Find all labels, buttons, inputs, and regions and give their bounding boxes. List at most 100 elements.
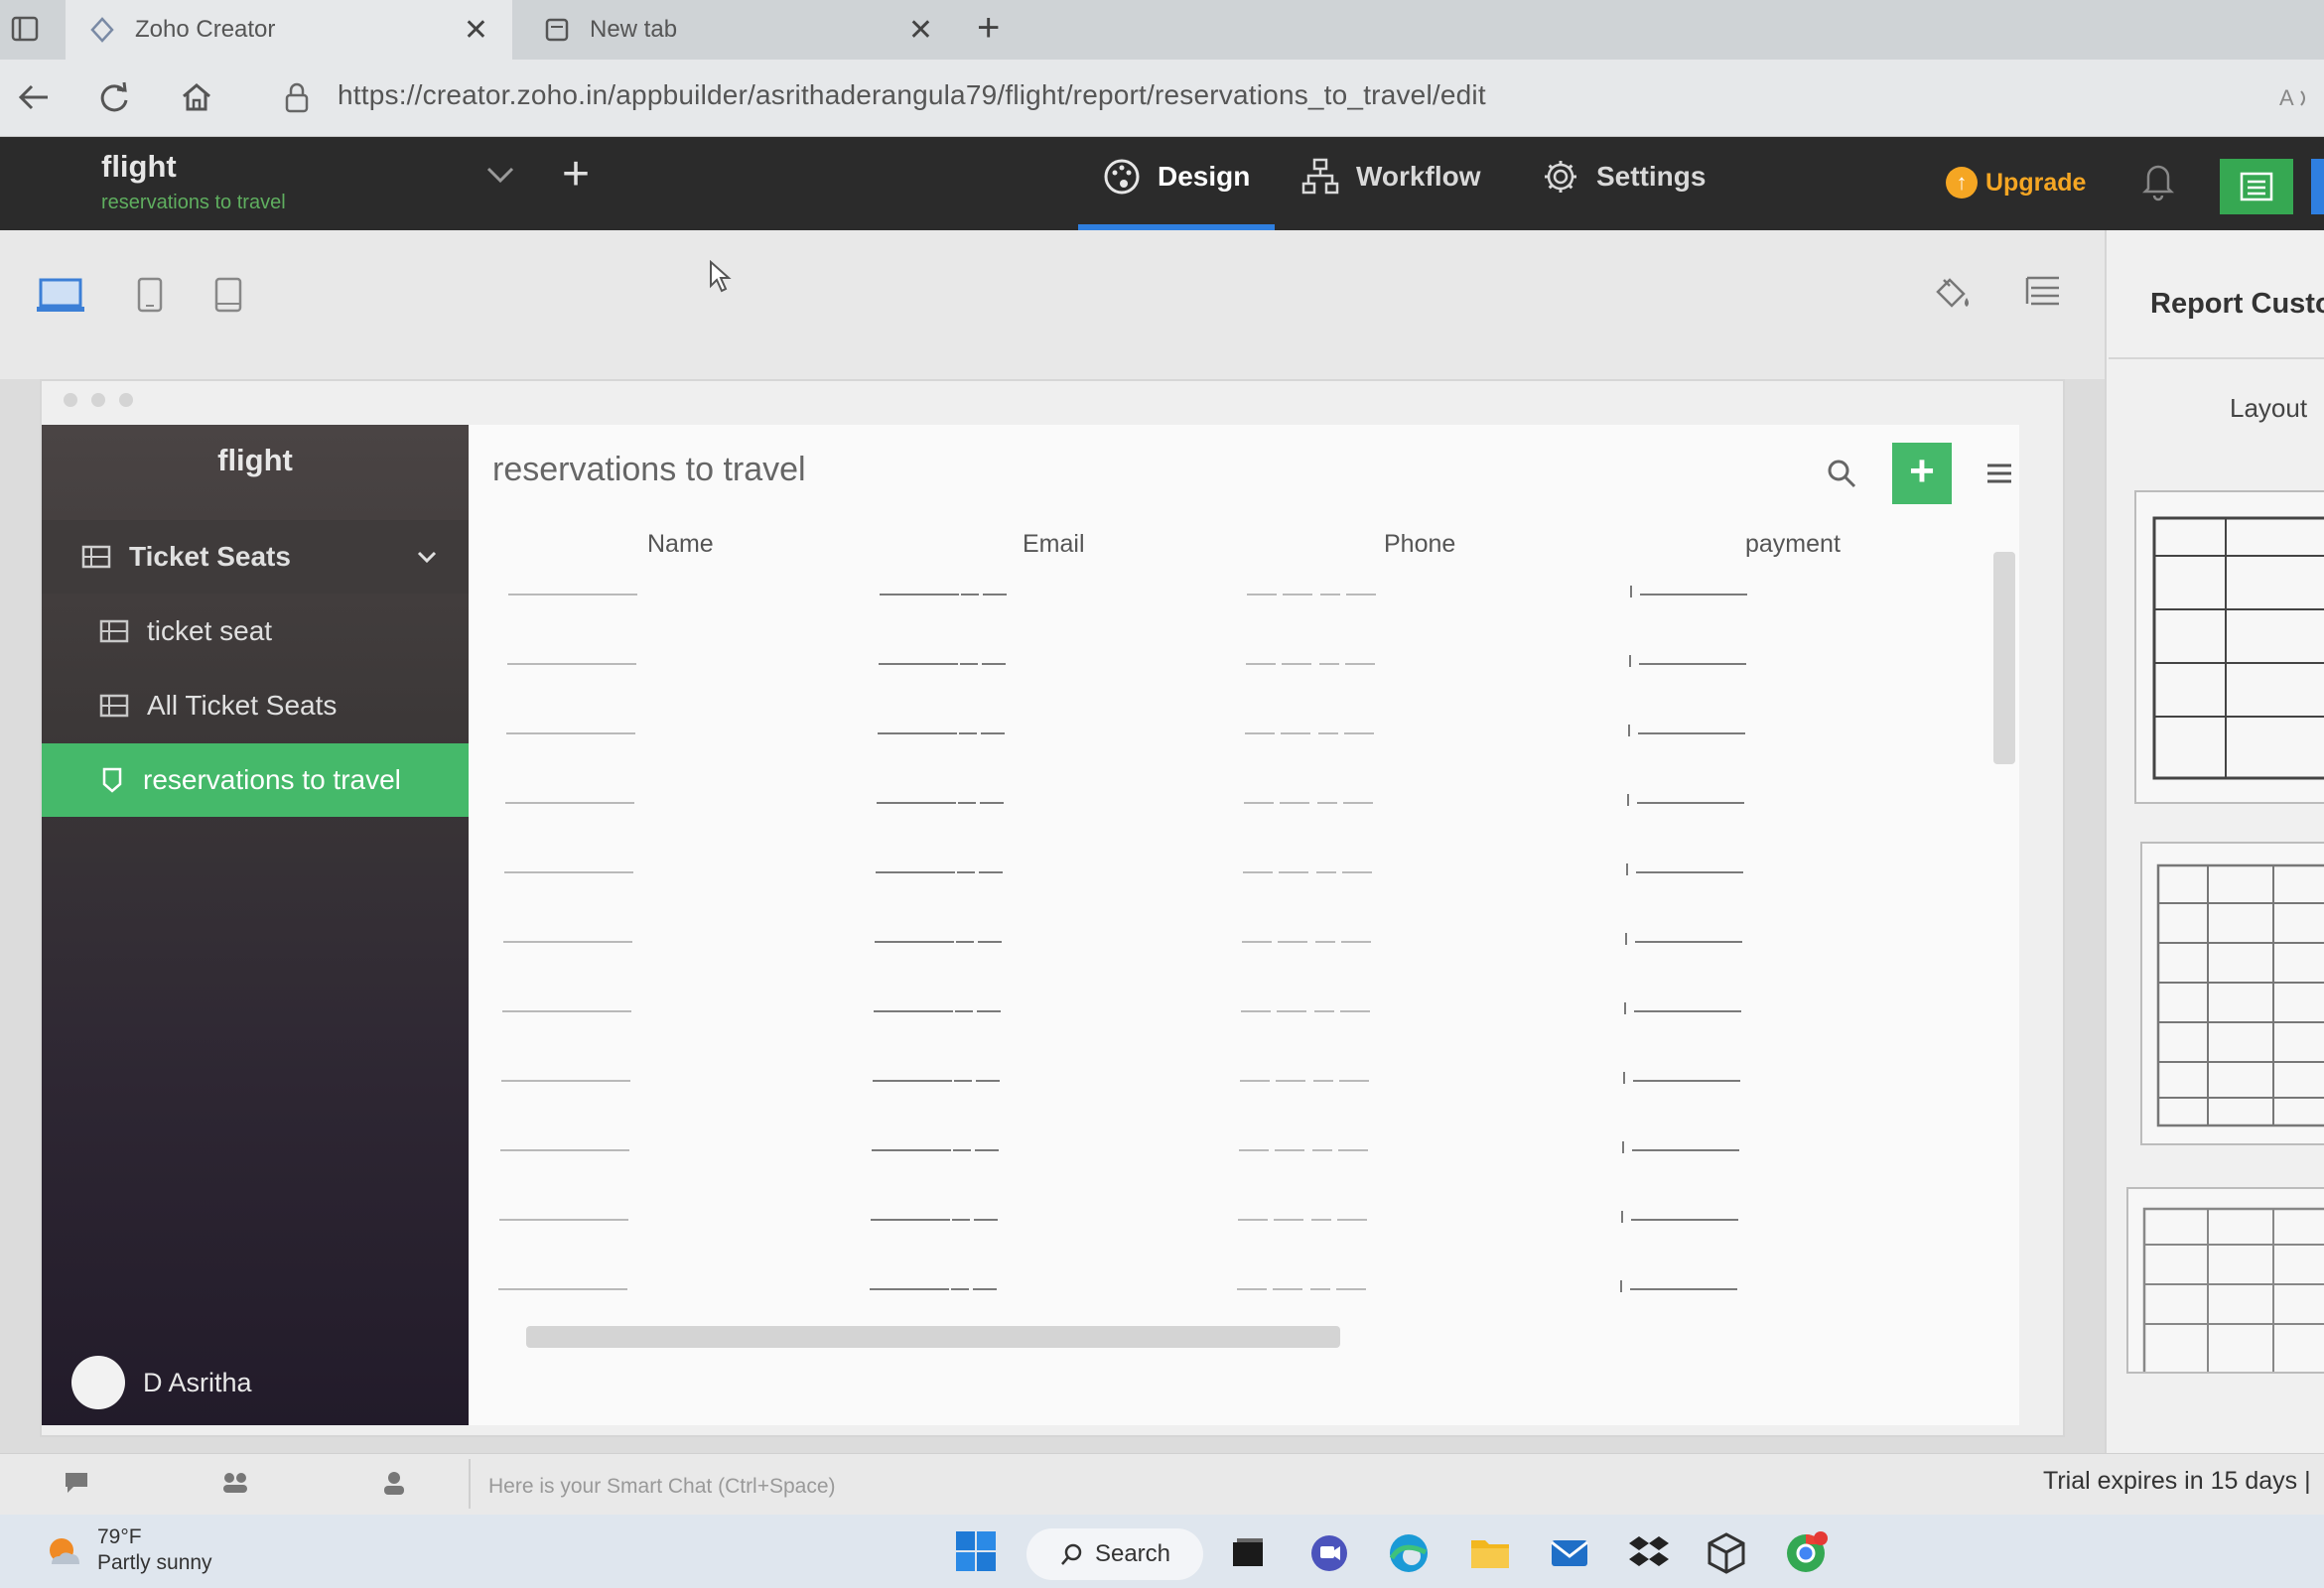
placeholder-line	[979, 871, 1003, 873]
svg-text:A: A	[2279, 85, 2294, 110]
chrome-browser-icon[interactable]	[1783, 1530, 1829, 1576]
column-header-email[interactable]: Email	[1023, 530, 1085, 559]
layout-option-grid[interactable]	[2134, 490, 2324, 804]
placeholder-line	[1622, 1141, 1624, 1153]
reload-icon[interactable]	[93, 77, 133, 117]
column-header-phone[interactable]: Phone	[1384, 530, 1455, 559]
tab-design[interactable]: Design	[1102, 157, 1250, 197]
lock-icon[interactable]	[282, 81, 312, 115]
workflow-icon	[1300, 157, 1340, 197]
mail-icon[interactable]	[1547, 1530, 1592, 1576]
app-switch-chevron-icon[interactable]	[482, 161, 518, 189]
report-canvas	[469, 425, 2019, 1425]
profile-button[interactable]	[2311, 159, 2324, 214]
tab-workflow-label: Workflow	[1356, 161, 1481, 192]
browser-tab-new-tab[interactable]: New tab ✕	[520, 0, 957, 60]
app-menu-button[interactable]	[2220, 159, 2293, 214]
url-text[interactable]: https://creator.zoho.in/appbuilder/asrit…	[338, 79, 1486, 111]
taskbar-search[interactable]: Search	[1026, 1528, 1203, 1580]
placeholder-line	[958, 802, 976, 804]
column-header-name[interactable]: Name	[647, 530, 714, 559]
placeholder-line	[1239, 1149, 1269, 1151]
placeholder-line	[1629, 655, 1631, 667]
app-current-page: reservations to travel	[101, 192, 286, 213]
add-record-button[interactable]: +	[1892, 443, 1952, 504]
browser-tab-zoho-creator[interactable]: Zoho Creator ✕	[66, 0, 512, 60]
table-icon	[99, 694, 129, 718]
placeholder-line	[1274, 1219, 1303, 1221]
placeholder-line	[952, 1219, 970, 1221]
avatar	[71, 1356, 125, 1409]
taskbar-search-label: Search	[1094, 1540, 1171, 1567]
placeholder-line	[1277, 1010, 1306, 1012]
placeholder-line	[501, 1080, 630, 1082]
tablet-view-icon[interactable]	[135, 276, 165, 316]
chevron-down-icon[interactable]	[415, 548, 439, 566]
horizontal-scrollbar[interactable]	[526, 1326, 1340, 1348]
sidebar-item-all-ticket-seats[interactable]: All Ticket Seats	[42, 669, 469, 742]
channels-icon[interactable]	[220, 1469, 250, 1497]
placeholder-line	[1247, 594, 1277, 596]
placeholder-line	[1625, 933, 1627, 945]
app-name[interactable]: flight	[101, 149, 177, 185]
placeholder-line	[1344, 732, 1374, 734]
close-tab-icon[interactable]: ✕	[908, 13, 933, 48]
placeholder-line	[878, 732, 957, 734]
placeholder-line	[1339, 1080, 1369, 1082]
add-component-button[interactable]: +	[562, 147, 590, 201]
sidebar-item-ticket-seat[interactable]: ticket seat	[42, 595, 469, 668]
placeholder-line	[1275, 1149, 1304, 1151]
notification-bell-icon[interactable]	[2138, 159, 2178, 202]
task-view-icon[interactable]	[1225, 1530, 1271, 1576]
sidebar-item-label: All Ticket Seats	[147, 690, 338, 721]
placeholder-line	[1243, 871, 1273, 873]
weather-widget[interactable]: 79°F Partly sunny	[44, 1524, 212, 1576]
placeholder-line	[506, 732, 635, 734]
home-icon[interactable]	[177, 77, 216, 117]
placeholder-line	[1242, 941, 1272, 943]
contacts-icon[interactable]	[379, 1469, 409, 1497]
placeholder-line	[1313, 1080, 1333, 1082]
chats-icon[interactable]	[62, 1469, 91, 1497]
read-aloud-icon[interactable]: A	[2277, 83, 2313, 113]
hamburger-menu-icon[interactable]	[1983, 459, 2015, 488]
window-menu-icon[interactable]	[10, 14, 40, 44]
placeholder-line	[1341, 941, 1371, 943]
placeholder-line	[504, 871, 633, 873]
placeholder-line	[502, 1010, 631, 1012]
placeholder-line	[955, 1010, 973, 1012]
user-profile[interactable]: D Asritha	[71, 1356, 252, 1409]
close-tab-icon[interactable]: ✕	[464, 13, 488, 48]
placeholder-line	[1315, 941, 1335, 943]
dropbox-icon[interactable]	[1626, 1530, 1672, 1576]
placeholder-line	[977, 1010, 1001, 1012]
back-icon[interactable]	[14, 77, 54, 117]
mobile-view-icon[interactable]	[212, 276, 244, 316]
tab-settings[interactable]: Settings	[1541, 157, 1706, 197]
report-title[interactable]: reservations to travel	[492, 451, 806, 489]
tab-workflow[interactable]: Workflow	[1300, 157, 1480, 197]
windows-start-icon[interactable]	[953, 1528, 999, 1574]
search-icon[interactable]	[1825, 457, 1858, 490]
file-explorer-icon[interactable]	[1467, 1530, 1513, 1576]
column-header-payment[interactable]: payment	[1745, 530, 1841, 559]
placeholder-line	[1621, 1211, 1623, 1223]
layout-option-spreadsheet[interactable]	[2140, 842, 2324, 1145]
upgrade-button[interactable]: ↑ Upgrade	[1946, 167, 2086, 198]
placeholder-line	[1318, 732, 1338, 734]
new-tab-button[interactable]: +	[977, 6, 1000, 51]
placeholder-line	[978, 941, 1002, 943]
layout-option-compact[interactable]	[2126, 1187, 2324, 1374]
desktop-view-icon[interactable]	[36, 276, 85, 316]
smart-chat-input[interactable]: Here is your Smart Chat (Ctrl+Space)	[488, 1475, 836, 1499]
vertical-scrollbar[interactable]	[1993, 552, 2015, 764]
sidebar-item-reservations-to-travel[interactable]: reservations to travel	[42, 743, 469, 817]
field-list-icon[interactable]	[2021, 272, 2065, 312]
sidebar-item-ticket-seats[interactable]: Ticket Seats	[42, 520, 469, 594]
teams-chat-icon[interactable]	[1306, 1530, 1352, 1576]
cube-app-icon[interactable]	[1704, 1530, 1749, 1576]
tab-design-label: Design	[1158, 161, 1251, 192]
paint-bucket-icon[interactable]	[1930, 272, 1974, 316]
edge-browser-icon[interactable]	[1386, 1530, 1432, 1576]
placeholder-line	[1273, 1288, 1302, 1290]
